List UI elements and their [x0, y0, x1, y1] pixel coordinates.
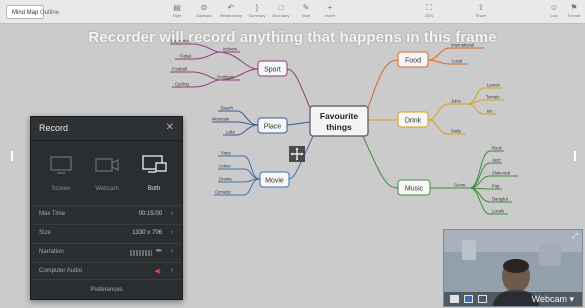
leaf-locals[interactable]: Locals — [492, 209, 504, 214]
icon-icon: ☺ — [549, 3, 559, 12]
zen-icon: ⛶ — [426, 3, 432, 12]
webcam-icon — [95, 158, 119, 172]
leaf-cycling[interactable]: Cycling — [175, 82, 189, 87]
recording-frame-banner: Recorder will record anything that happe… — [88, 29, 497, 46]
mode-webcam-button[interactable]: Webcam — [85, 151, 129, 195]
chevron-right-icon: › — [170, 210, 173, 217]
note-icon: ✎ — [302, 3, 310, 12]
node-music-label: Music — [405, 186, 424, 193]
insert-tool[interactable]: + Insert — [319, 3, 341, 23]
subtopic-icon: ⊜ — [200, 3, 208, 12]
top-toolbar: Mind Map Outline ▤ Style ⊜ Subtopic ↶ Re… — [0, 0, 585, 24]
leaf-football[interactable]: Football — [172, 67, 187, 72]
record-panel-title: Record — [39, 123, 69, 133]
leaf-genre[interactable]: Genre — [454, 183, 466, 188]
leaf-futsal[interactable]: Futsal — [180, 54, 191, 59]
leaf-etc[interactable]: etc — [487, 109, 493, 114]
layout-side-button[interactable] — [464, 295, 473, 303]
mode-both-button[interactable]: Both — [132, 151, 176, 195]
leaf-pop[interactable]: Pop — [492, 184, 500, 189]
microphone-icon[interactable]: ✏ — [156, 247, 162, 255]
share-icon: ⇧ — [477, 3, 485, 12]
webcam-preview[interactable]: ⤢ Webcam ▾ — [443, 229, 583, 307]
close-icon[interactable]: ✕ — [166, 122, 174, 133]
style-tool[interactable]: ▤ Style — [166, 3, 188, 23]
leaf-slow-rock[interactable]: Slow-rock — [492, 171, 511, 176]
mode-screen-button[interactable]: Screen — [39, 151, 83, 195]
boundary-icon: □ — [278, 3, 284, 12]
leaf-story[interactable]: Story — [221, 151, 232, 156]
preferences-button[interactable]: Preferences — [31, 279, 182, 299]
chevron-right-icon: › — [170, 267, 173, 274]
zen-tool[interactable]: ⛶ ZEN — [418, 3, 440, 23]
format-tool[interactable]: ⚑ Format — [563, 3, 585, 23]
summary-icon: } — [255, 3, 259, 12]
share-tool[interactable]: ⇧ Share — [470, 3, 492, 23]
format-icon: ⚑ — [570, 3, 578, 12]
max-time-value: 00:15:00 — [138, 211, 162, 217]
summary-tool[interactable]: } Summary — [246, 3, 268, 23]
node-place-label: Place — [264, 124, 282, 131]
record-panel: Record ✕ Screen Webcam Both Max Time 00:… — [30, 116, 183, 300]
leaf-rock[interactable]: Rock — [492, 146, 502, 151]
relationship-tool[interactable]: ↶ Relationship — [220, 3, 242, 23]
leaf-soda[interactable]: Soda — [451, 129, 461, 134]
expand-icon[interactable]: ⤢ — [572, 233, 578, 241]
size-row[interactable]: Size 1330 x 706 › — [31, 224, 182, 243]
record-mode-selector: Screen Webcam Both — [39, 151, 176, 195]
screen-icon — [50, 156, 72, 174]
leaf-beach[interactable]: Beach — [221, 106, 234, 111]
node-sport-label: Sport — [264, 67, 281, 74]
leaf-comedy[interactable]: Comedy — [215, 190, 231, 195]
chevron-right-icon: › — [170, 229, 173, 236]
webcam-controls: Webcam ▾ — [444, 292, 582, 306]
boundary-tool[interactable]: □ Boundary — [270, 3, 292, 23]
leaf-action[interactable]: Action — [219, 164, 231, 169]
leaf-outdoors[interactable]: Outdoors — [217, 75, 234, 80]
move-cursor-icon — [289, 146, 305, 162]
leaf-juice[interactable]: Juice — [451, 99, 461, 104]
node-food-label: Food — [405, 58, 421, 65]
record-panel-header[interactable]: Record ✕ — [31, 117, 182, 141]
central-topic-line-2: things — [326, 122, 352, 132]
leaf-lemon[interactable]: Lemon — [487, 83, 500, 88]
style-icon: ▤ — [173, 3, 181, 12]
layout-pip-button[interactable] — [450, 295, 459, 303]
leaf-jazz[interactable]: Jazz — [492, 158, 501, 163]
leaf-tomato[interactable]: Tomato — [486, 95, 500, 100]
speaker-muted-icon[interactable]: ◀· — [154, 267, 162, 275]
layout-full-button[interactable] — [478, 295, 487, 303]
narration-level-meter — [130, 250, 152, 256]
leaf-drama[interactable]: Drama — [219, 177, 232, 182]
node-drink-label: Drink — [405, 118, 422, 125]
chevron-right-icon: › — [170, 248, 173, 255]
leaf-local[interactable]: Local — [452, 59, 462, 64]
leaf-indoors[interactable]: Indoors — [223, 47, 237, 52]
size-value: 1330 x 706 — [132, 230, 162, 236]
both-icon — [142, 155, 167, 173]
insert-icon: + — [327, 3, 333, 12]
record-settings-list: Max Time 00:15:00 › Size 1330 x 706 › Na… — [31, 205, 182, 281]
subtopic-tool[interactable]: ⊜ Subtopic — [193, 3, 215, 23]
max-time-row[interactable]: Max Time 00:15:00 › — [31, 205, 182, 224]
central-topic-line-1: Favourite — [320, 111, 359, 121]
leaf-lake[interactable]: Lake — [226, 130, 236, 135]
leaf-dangdut[interactable]: Dangdut — [492, 197, 509, 202]
icon-tool[interactable]: ☺ Icon — [543, 3, 565, 23]
relationship-icon: ↶ — [227, 3, 235, 12]
node-movie-label: Movie — [265, 178, 284, 185]
note-tool[interactable]: ✎ Note — [295, 3, 317, 23]
leaf-mountain[interactable]: Mountain — [212, 117, 230, 122]
tab-outline[interactable]: Outline — [34, 5, 65, 19]
narration-row[interactable]: Narration ✏ › — [31, 243, 182, 262]
webcam-label[interactable]: Webcam ▾ — [532, 294, 574, 305]
